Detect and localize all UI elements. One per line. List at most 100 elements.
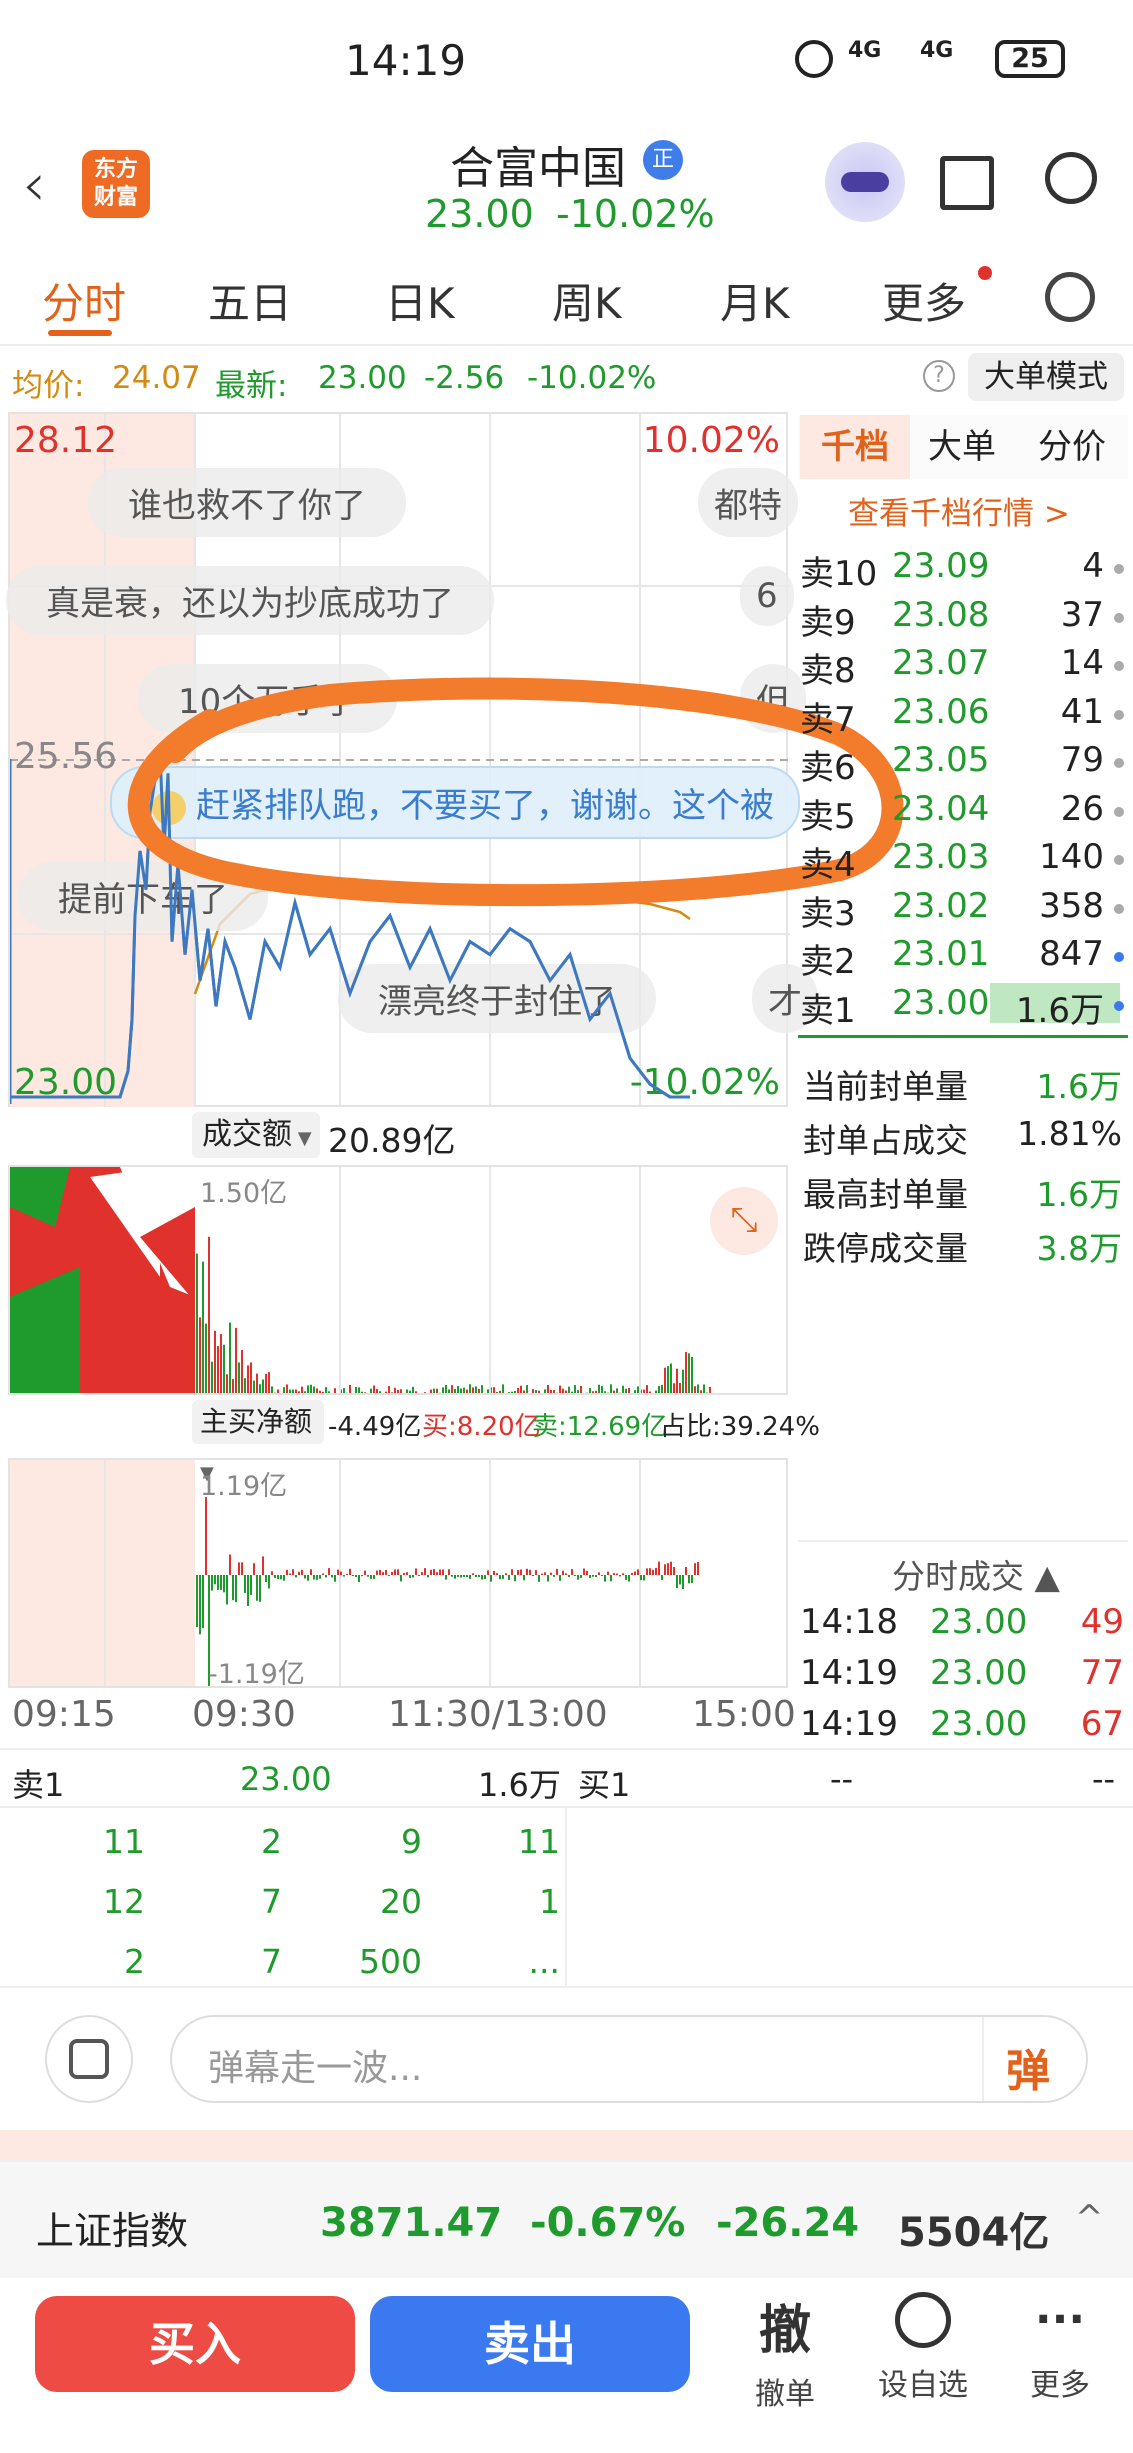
net-bar	[583, 1568, 585, 1575]
net-bar	[499, 1575, 501, 1580]
dot-icon	[1114, 855, 1124, 865]
danmaku-bubble-highlight[interactable]: 赶紧排队跑，不要买了，谢谢。这个被	[110, 766, 800, 839]
share-icon[interactable]	[940, 156, 994, 210]
net-bar	[427, 1575, 429, 1578]
back-icon[interactable]: ‹	[22, 150, 46, 220]
tab-monthly-k[interactable]: 月K	[720, 270, 790, 331]
tab-fenshi[interactable]: 分时	[42, 270, 126, 331]
net-bar	[349, 1568, 351, 1575]
volume-bar	[427, 1394, 429, 1395]
net-bar	[634, 1571, 636, 1575]
cancel-order-button[interactable]: 撤 撤单	[740, 2288, 830, 2413]
volume-bar	[433, 1388, 435, 1393]
volume-bar	[403, 1394, 405, 1395]
queue-divider	[565, 1808, 567, 1986]
tab-5day[interactable]: 五日	[208, 270, 292, 331]
danmaku-bubble[interactable]: 但	[740, 664, 806, 733]
volume-bar	[616, 1388, 618, 1393]
volume-bar	[394, 1387, 396, 1393]
tab-daily-k[interactable]: 日K	[385, 270, 455, 331]
gear-icon[interactable]	[1045, 272, 1095, 322]
danmaku-bubble[interactable]: 提前下车了	[18, 862, 268, 931]
more-button[interactable]: ··· 更多	[1010, 2288, 1110, 2404]
orderbook-row[interactable]: 卖5 23.04 26	[798, 789, 1128, 837]
signal-icon: 4G	[848, 38, 882, 63]
net-bar	[460, 1575, 462, 1578]
orderbook-row[interactable]: 卖1 23.00 1.6万	[798, 982, 1128, 1031]
orderbook-row[interactable]: 卖6 23.05 79	[798, 740, 1128, 788]
orderbook-row[interactable]: 卖2 23.01 847	[798, 934, 1128, 982]
price-chart[interactable]: 28.12 10.02% 25.56 23.00 -10.02% 谁也救不了你了…	[6, 412, 818, 1107]
robot-icon[interactable]	[825, 142, 905, 222]
queue-cell: 1	[539, 1882, 560, 1921]
danmaku-settings-icon[interactable]	[45, 2015, 133, 2103]
volume-bar	[241, 1349, 243, 1393]
danmaku-send-button[interactable]: 弹	[1006, 2035, 1050, 2099]
orderbook-row[interactable]: 卖8 23.07 14	[798, 643, 1128, 691]
net-bar	[379, 1569, 381, 1575]
trades-title[interactable]: 分时成交 ▲	[892, 1550, 1060, 1598]
red-dot-icon	[978, 266, 992, 280]
net-bar	[565, 1573, 567, 1575]
net-bar	[328, 1568, 330, 1575]
view-depth-link[interactable]: 查看千档行情 >	[848, 488, 1070, 533]
net-bar	[391, 1572, 393, 1575]
net-bar	[661, 1575, 663, 1580]
y-mid-label: 25.56	[14, 736, 118, 777]
seal-info-row: 跌停成交量 3.8万	[803, 1222, 1128, 1270]
tab-qiandang[interactable]: 千档	[800, 415, 910, 479]
danmaku-input[interactable]: 弹幕走一波... 弹	[170, 2015, 1088, 2103]
net-buy-selector-label: 主买净额	[200, 1405, 313, 1438]
signal-icon-2: 4G	[920, 38, 954, 63]
tab-weekly-k[interactable]: 周K	[552, 270, 622, 331]
target-icon	[895, 2292, 951, 2348]
orderbook-row[interactable]: 卖4 23.03 140	[798, 837, 1128, 885]
chevron-up-icon[interactable]: ^	[1075, 2198, 1104, 2238]
rabbit-avatar-icon	[152, 790, 186, 825]
volume-bar	[247, 1365, 249, 1393]
orderbook-row[interactable]: 卖7 23.06 41	[798, 692, 1128, 740]
volume-bar	[517, 1388, 519, 1393]
danmaku-bubble[interactable]: 真是衰，还以为抄底成功了	[6, 566, 494, 635]
orderbook-tabs: 千档 大单 分价	[798, 415, 1128, 479]
net-bar	[637, 1569, 639, 1575]
net-bar	[571, 1569, 573, 1575]
danmaku-bubble[interactable]: 6	[740, 566, 794, 626]
volume-bar	[559, 1385, 561, 1393]
index-bar[interactable]: 上证指数 3871.47 -0.67% -26.24 5504亿 ^	[0, 2160, 1133, 2278]
volume-bar	[364, 1392, 366, 1393]
volume-bar	[538, 1390, 540, 1393]
volume-bar	[523, 1390, 525, 1393]
add-watchlist-button[interactable]: 设自选	[868, 2288, 978, 2404]
big-order-mode-button[interactable]: 大单模式	[968, 353, 1124, 401]
index-change: -26.24	[716, 2200, 860, 2246]
volume-bar	[208, 1236, 210, 1393]
search-icon[interactable]	[1045, 152, 1097, 204]
net-bar	[313, 1575, 315, 1580]
orderbook-row[interactable]: 卖9 23.08 37	[798, 595, 1128, 643]
orderbook-vol: 847	[1039, 934, 1104, 974]
tab-fenjia[interactable]: 分价	[1038, 415, 1106, 479]
help-icon[interactable]: ?	[923, 360, 955, 392]
tab-more[interactable]: 更多	[882, 270, 966, 331]
danmaku-bubble[interactable]: 谁也救不了你了	[88, 468, 406, 537]
orderbook-row[interactable]: 卖10 23.09 4	[798, 546, 1128, 594]
net-bar	[574, 1575, 576, 1577]
net-bar	[418, 1575, 420, 1577]
danmaku-bubble[interactable]: 都特	[698, 468, 798, 537]
brand-line2: 财富	[93, 185, 138, 210]
buy-button[interactable]: 买入	[35, 2296, 355, 2392]
volume-bar	[565, 1390, 567, 1393]
danmaku-bubble[interactable]: 漂亮终于封住了	[338, 964, 656, 1033]
volume-bar	[328, 1391, 330, 1393]
volume-bar	[373, 1385, 375, 1393]
expand-icon[interactable]: ⤡	[710, 1187, 778, 1255]
volume-bar	[484, 1393, 486, 1395]
danmaku-bubble[interactable]: 10个万手了	[138, 664, 398, 733]
net-buy-selector[interactable]: 主买净额 ▼	[192, 1400, 324, 1484]
sell-button[interactable]: 卖出	[370, 2296, 690, 2392]
volume-bar	[673, 1383, 675, 1393]
volume-selector[interactable]: 成交额 ▼	[192, 1112, 320, 1158]
orderbook-row[interactable]: 卖3 23.02 358	[798, 886, 1128, 934]
tab-dadan[interactable]: 大单	[928, 415, 996, 479]
